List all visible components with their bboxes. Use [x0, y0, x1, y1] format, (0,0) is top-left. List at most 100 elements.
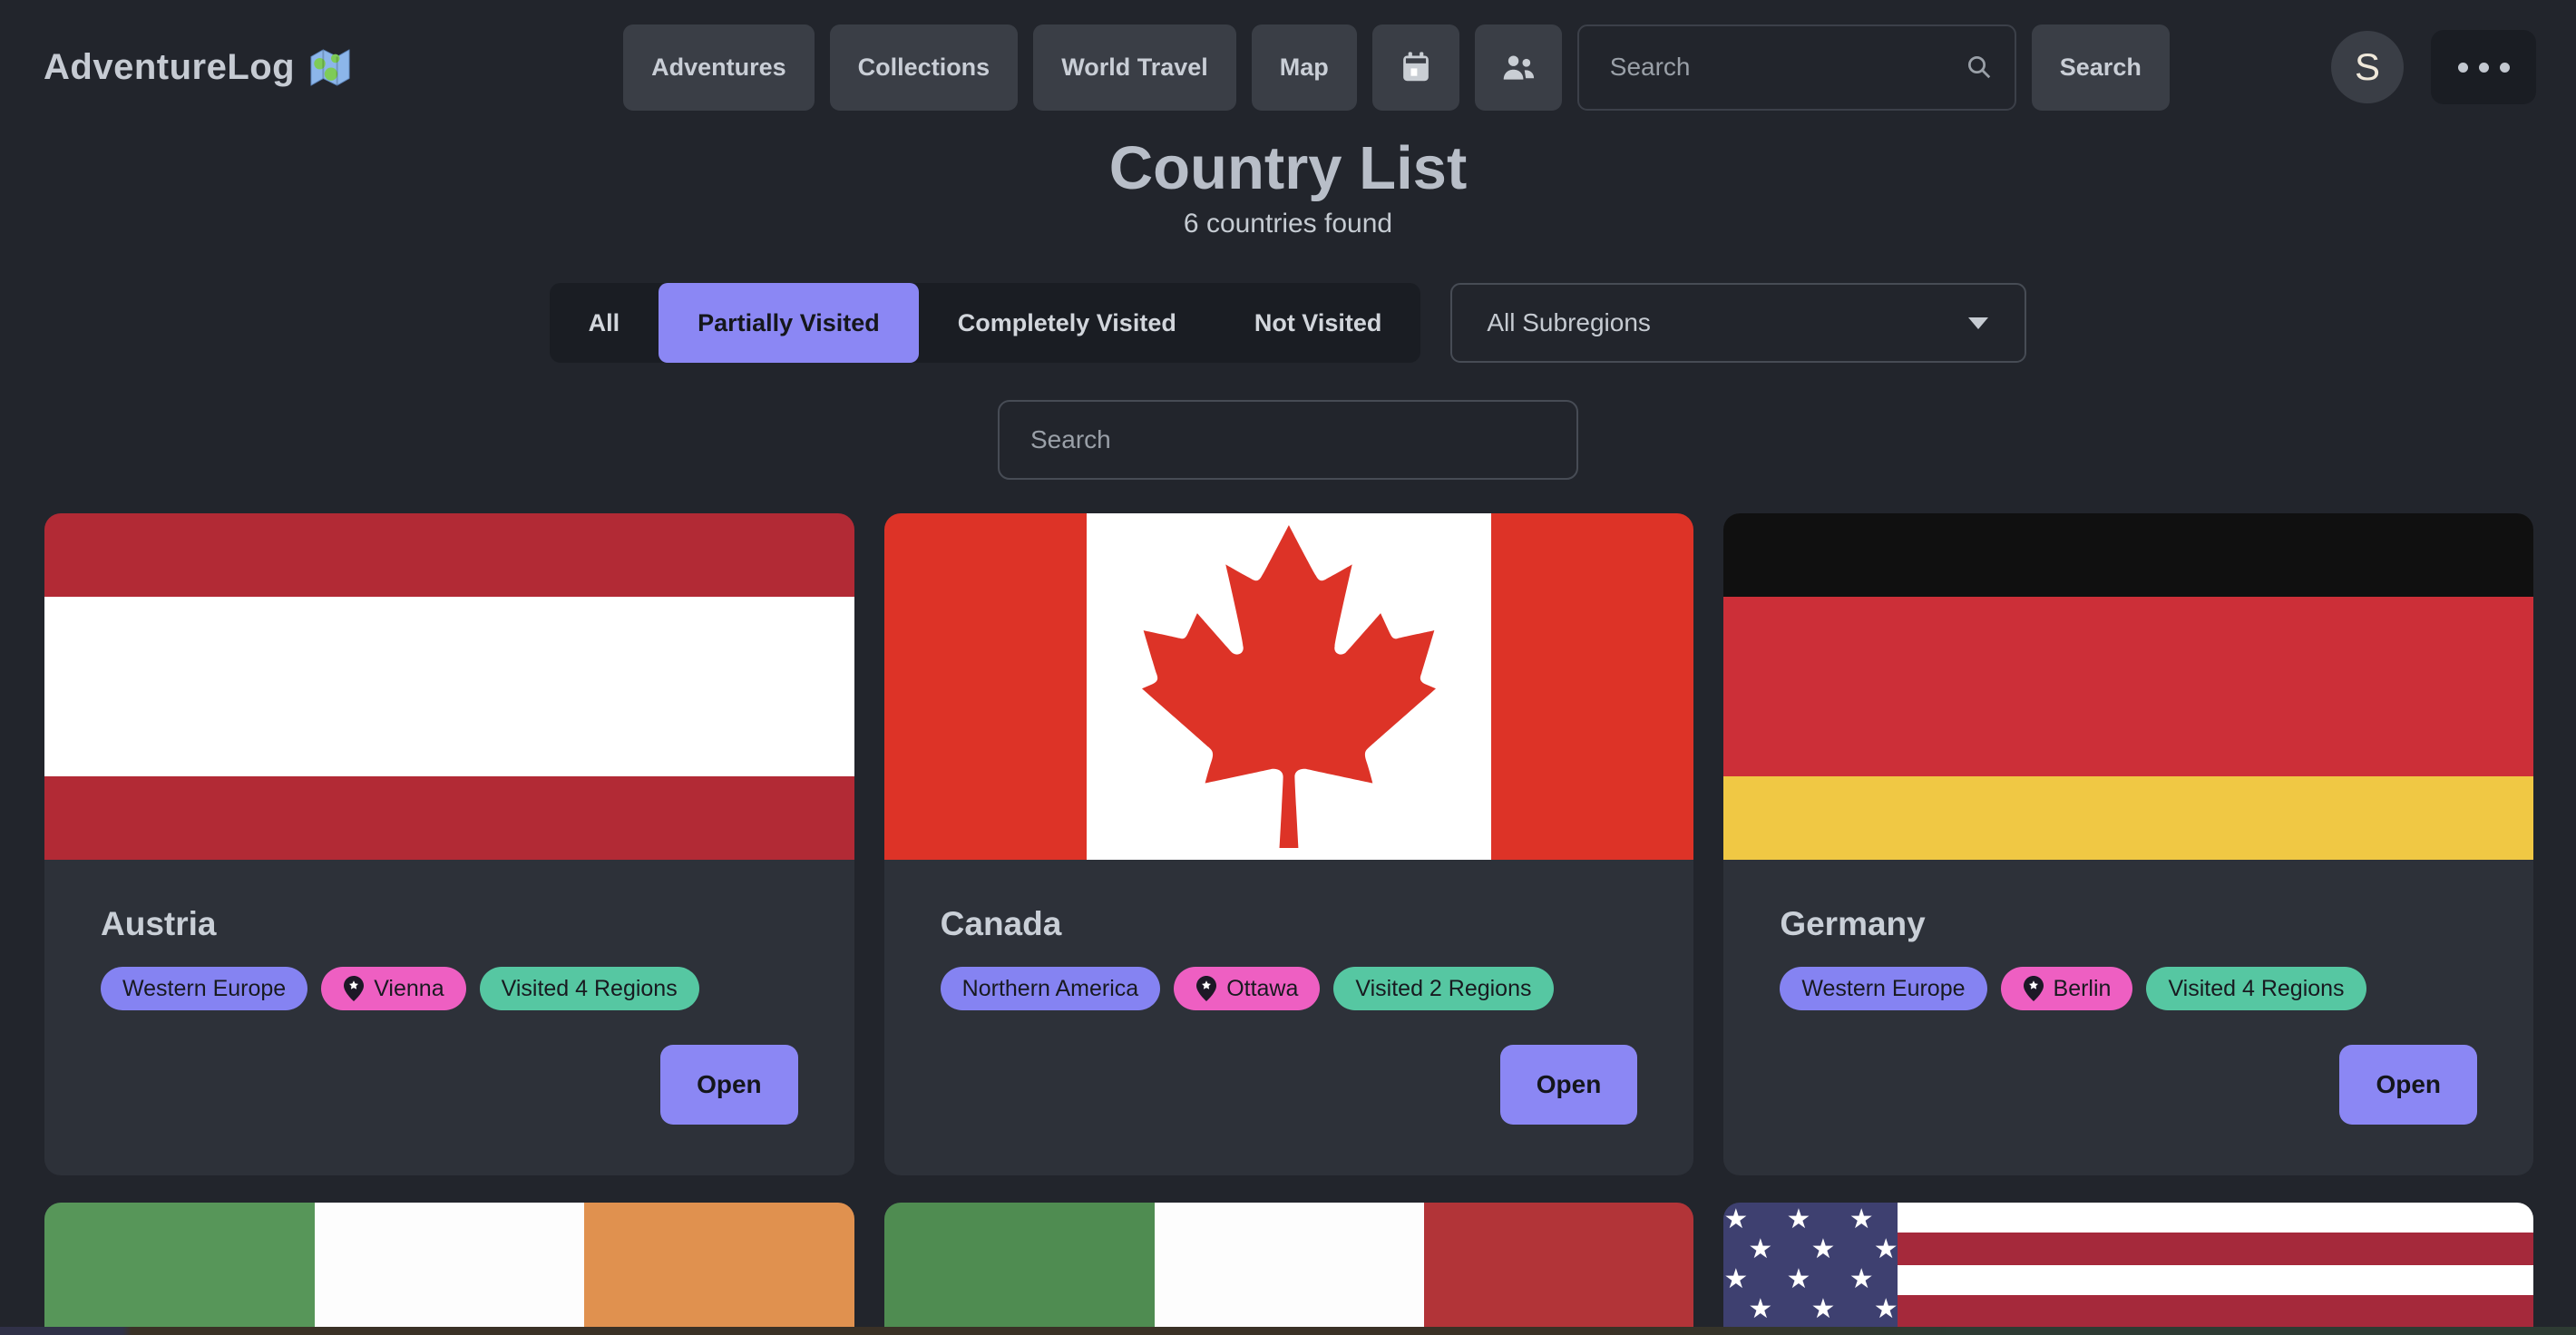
capital-badge: Vienna	[321, 967, 465, 1010]
flag-band	[44, 1203, 315, 1335]
tab-completely-visited[interactable]: Completely Visited	[919, 283, 1215, 363]
users-button[interactable]	[1475, 24, 1562, 111]
navbar-right: S	[2331, 30, 2536, 104]
flag-band	[1155, 1203, 1424, 1335]
open-button[interactable]: Open	[1500, 1045, 1638, 1125]
chevron-down-icon	[1968, 317, 1988, 329]
search-icon	[1966, 54, 1993, 81]
nav-item-world-travel[interactable]: World Travel	[1033, 24, 1236, 111]
country-card-italy-partial	[884, 1203, 1694, 1335]
flag-band	[315, 1203, 584, 1335]
brand-title: AdventureLog	[44, 47, 295, 88]
country-list-page: AdventureLog AdventuresCollectionsWorld …	[0, 0, 2576, 1335]
nav-item-collections[interactable]: Collections	[830, 24, 1019, 111]
flag-band	[1723, 776, 2533, 860]
nav-menu: AdventuresCollectionsWorld TravelMap	[623, 24, 2170, 111]
visited-regions-badge: Visited 4 Regions	[480, 967, 699, 1010]
flag-band	[44, 513, 854, 597]
visited-regions-badge-label: Visited 4 Regions	[502, 976, 678, 1002]
navbar-search-button[interactable]: Search	[2032, 24, 2170, 111]
subregion-select-value: All Subregions	[1487, 308, 1651, 337]
flag-band	[884, 513, 1087, 860]
subregion-badge-label: Western Europe	[1801, 976, 1965, 1002]
maple-leaf-icon	[1127, 521, 1450, 853]
germany-flag	[1723, 513, 2533, 860]
country-card-ireland-partial	[44, 1203, 854, 1335]
brand[interactable]: AdventureLog	[44, 47, 351, 88]
map-pin-icon	[343, 976, 365, 1001]
usa-canton: ★ ★ ★ ★ ★ ★★ ★ ★ ★ ★ ★★ ★ ★ ★ ★ ★★ ★ ★ ★…	[1723, 1203, 1898, 1335]
austria-flag	[44, 513, 854, 860]
map-pin-icon	[2023, 976, 2044, 1001]
card-body: Canada Northern America Ottawa Visited 2 Re…	[884, 905, 1694, 1125]
avatar[interactable]: S	[2331, 31, 2404, 103]
results-count: 6 countries found	[0, 209, 2576, 239]
country-card-germany: Germany Western Europe Berlin Visited 4 Reg…	[1723, 513, 2533, 1175]
badge-row: Western Europe Berlin Visited 4 Regions	[1780, 967, 2477, 1010]
visited-regions-badge: Visited 2 Regions	[1333, 967, 1553, 1010]
subregion-select[interactable]: All Subregions	[1450, 283, 2026, 363]
calendar-icon	[1400, 51, 1431, 83]
open-row: Open	[101, 1045, 798, 1125]
country-card-canada: Canada Northern America Ottawa Visited 2 Re…	[884, 513, 1694, 1175]
tab-not-visited[interactable]: Not Visited	[1215, 283, 1421, 363]
subregion-badge: Western Europe	[101, 967, 307, 1010]
capital-badge-label: Vienna	[374, 976, 444, 1002]
visited-filter-tabs: AllPartially VisitedCompletely VisitedNo…	[550, 283, 1421, 363]
page-title: Country List	[0, 134, 2576, 203]
navbar-search	[1577, 24, 2016, 111]
flag-band	[1424, 1203, 1693, 1335]
usa-stripes	[1898, 1203, 2533, 1335]
canada-flag	[884, 513, 1694, 860]
flag-band	[584, 1203, 854, 1335]
subregion-badge-label: Northern America	[962, 976, 1139, 1002]
italy-flag	[884, 1203, 1694, 1335]
capital-badge-label: Berlin	[2054, 976, 2112, 1002]
subregion-badge-label: Western Europe	[122, 976, 286, 1002]
country-card-usa-partial: ★ ★ ★ ★ ★ ★★ ★ ★ ★ ★ ★★ ★ ★ ★ ★ ★★ ★ ★ ★…	[1723, 1203, 2533, 1335]
open-row: Open	[1780, 1045, 2477, 1125]
flag-band	[44, 597, 854, 777]
capital-badge-label: Ottawa	[1226, 976, 1298, 1002]
capital-badge: Berlin	[2001, 967, 2133, 1010]
card-body: Austria Western Europe Vienna Visited 4 Reg…	[44, 905, 854, 1125]
flag-band	[1723, 597, 2533, 777]
flag-band	[44, 776, 854, 860]
flag-band	[884, 1203, 1155, 1335]
tab-all[interactable]: All	[550, 283, 659, 363]
badge-row: Western Europe Vienna Visited 4 Regions	[101, 967, 798, 1010]
country-name: Germany	[1780, 905, 2477, 943]
nav-item-map[interactable]: Map	[1252, 24, 1357, 111]
country-name: Austria	[101, 905, 798, 943]
overflow-menu-button[interactable]	[2431, 30, 2536, 104]
country-name: Canada	[941, 905, 1638, 943]
subregion-badge: Western Europe	[1780, 967, 1986, 1010]
flag-band	[1491, 513, 1693, 860]
users-icon	[1501, 52, 1536, 83]
nav-item-adventures[interactable]: Adventures	[623, 24, 815, 111]
tab-partially-visited[interactable]: Partially Visited	[659, 283, 919, 363]
open-button[interactable]: Open	[660, 1045, 798, 1125]
country-search-row	[0, 400, 2576, 480]
calendar-button[interactable]	[1372, 24, 1459, 111]
badge-row: Northern America Ottawa Visited 2 Regions	[941, 967, 1638, 1010]
navbar: AdventureLog AdventuresCollectionsWorld …	[0, 0, 2576, 134]
country-grid: Austria Western Europe Vienna Visited 4 Reg…	[44, 513, 2533, 1335]
navbar-search-input[interactable]	[1577, 24, 2016, 111]
ireland-flag	[44, 1203, 854, 1335]
visited-regions-badge-label: Visited 4 Regions	[2168, 976, 2344, 1002]
open-row: Open	[941, 1045, 1638, 1125]
flag-band	[1723, 513, 2533, 597]
filter-row: AllPartially VisitedCompletely VisitedNo…	[0, 283, 2576, 363]
usa-flag: ★ ★ ★ ★ ★ ★★ ★ ★ ★ ★ ★★ ★ ★ ★ ★ ★★ ★ ★ ★…	[1723, 1203, 2533, 1335]
card-body: Germany Western Europe Berlin Visited 4 Reg…	[1723, 905, 2533, 1125]
map-logo-icon	[309, 47, 351, 87]
ellipsis-icon	[2458, 63, 2510, 73]
open-button[interactable]: Open	[2339, 1045, 2477, 1125]
visited-regions-badge: Visited 4 Regions	[2146, 967, 2366, 1010]
visited-regions-badge-label: Visited 2 Regions	[1355, 976, 1531, 1002]
bottom-edge	[0, 1327, 2576, 1335]
country-card-austria: Austria Western Europe Vienna Visited 4 Reg…	[44, 513, 854, 1175]
map-pin-icon	[1195, 976, 1217, 1001]
country-search-input[interactable]	[998, 400, 1578, 480]
